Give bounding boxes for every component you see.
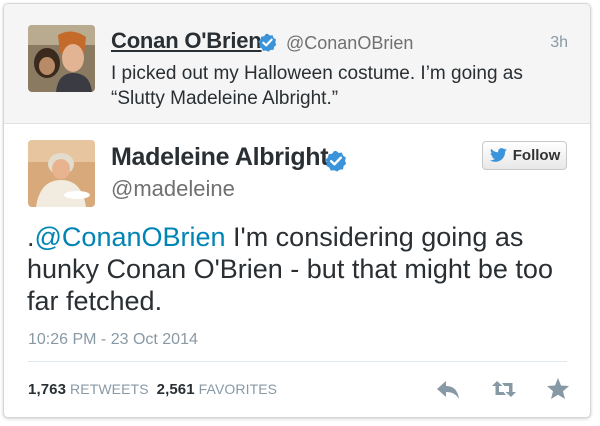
tweet-text-prefix: . (27, 222, 35, 252)
divider (28, 361, 567, 362)
twitter-bird-icon (489, 148, 507, 162)
follow-label: Follow (512, 147, 561, 164)
favorite-star-icon[interactable] (544, 375, 572, 403)
tweet-timestamp[interactable]: 10:26 PM - 23 Oct 2014 (28, 331, 198, 349)
verified-badge-icon (258, 33, 277, 52)
parent-tweet-time[interactable]: 3h (550, 34, 568, 52)
retweets-stat[interactable]: 1,763 RETWEETS (28, 381, 149, 398)
mention-link[interactable]: @ConanOBrien (35, 222, 226, 252)
parent-author-name[interactable]: Conan O'Brien (111, 28, 262, 54)
tweet-card: Conan O'Brien @ConanOBrien 3h I picked o… (3, 3, 591, 418)
retweets-count: 1,763 (28, 381, 67, 398)
madeleine-avatar[interactable] (28, 140, 95, 207)
main-author-handle[interactable]: @madeleine (111, 176, 235, 202)
favorites-label: FAVORITES (198, 381, 278, 397)
parent-tweet[interactable]: Conan O'Brien @ConanOBrien 3h I picked o… (4, 4, 590, 124)
main-author-name[interactable]: Madeleine Albright (111, 143, 329, 172)
parent-author-handle[interactable]: @ConanOBrien (286, 33, 413, 54)
tweet-stats: 1,763 RETWEETS 2,561 FAVORITES (28, 381, 277, 398)
follow-button[interactable]: Follow (482, 141, 567, 170)
reply-icon[interactable] (434, 375, 462, 403)
verified-badge-icon (325, 150, 347, 172)
parent-tweet-text: I picked out my Halloween costume. I’m g… (111, 63, 523, 109)
favorites-stat[interactable]: 2,561 FAVORITES (156, 381, 278, 398)
retweets-label: RETWEETS (70, 381, 149, 397)
main-tweet-text: .@ConanOBrien I'm considering going as h… (27, 221, 572, 317)
tweet-actions (434, 375, 572, 403)
conan-avatar[interactable] (28, 25, 95, 92)
retweet-icon[interactable] (490, 375, 518, 403)
favorites-count: 2,561 (156, 381, 195, 398)
